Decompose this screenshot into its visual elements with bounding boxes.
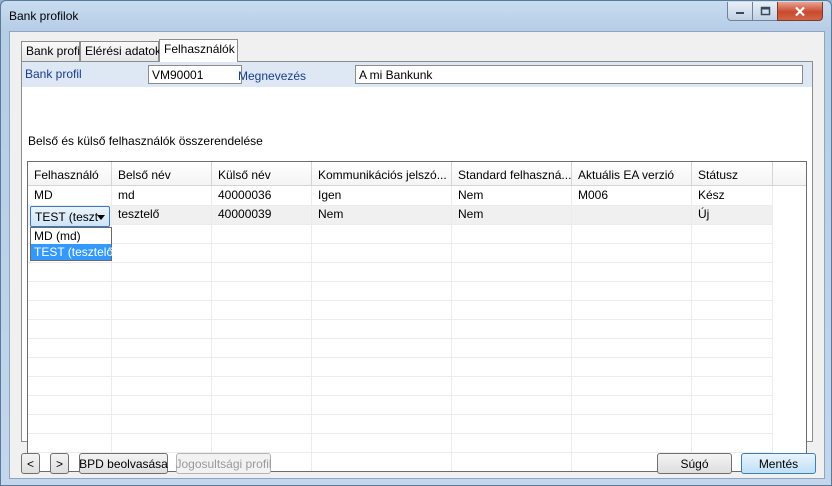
bank-profiles-window: Bank profilok Bank profil Elérési adatok… <box>0 0 832 486</box>
table-cell[interactable]: Nem <box>452 205 572 224</box>
tab-eleresi-adatok[interactable]: Elérési adatok <box>80 41 162 61</box>
row-divider <box>28 281 773 282</box>
row-divider <box>28 319 773 320</box>
dropdown-option-md[interactable]: MD (md) <box>31 228 111 244</box>
window-client-area: Bank profil Elérési adatok Felhasználók … <box>9 31 825 479</box>
save-button[interactable]: Mentés <box>741 453 816 474</box>
row-divider <box>28 395 773 396</box>
combobox-value: TEST (teszt <box>35 210 99 224</box>
maximize-button[interactable] <box>752 2 778 21</box>
profile-header-row: Bank profil VM90001 Megnevezés A mi Bank… <box>22 62 812 87</box>
section-title: Belső és külső felhasználók összerendelé… <box>28 134 263 148</box>
bpd-read-button[interactable]: BPD beolvasása <box>79 453 168 474</box>
column-header-felhasznalo[interactable]: Felhasználó <box>28 162 112 186</box>
table-cell[interactable]: Igen <box>312 186 452 205</box>
row-divider <box>28 300 773 301</box>
row-divider <box>28 433 773 434</box>
column-header-standard-felhasznalo[interactable]: Standard felhaszná... <box>452 162 572 186</box>
column-divider <box>772 186 773 471</box>
row-divider <box>28 224 773 225</box>
column-divider <box>451 186 452 471</box>
user-combobox[interactable]: TEST (teszt <box>30 206 110 227</box>
tab-felhasznalok[interactable]: Felhasználók <box>159 39 238 62</box>
column-header-kommunikacios-jelszo[interactable]: Kommunikációs jelszó... <box>312 162 452 186</box>
column-header-aktualis-ea-verzio[interactable]: Aktuális EA verzió <box>572 162 692 186</box>
minimize-icon <box>736 12 744 14</box>
column-divider <box>691 186 692 471</box>
row-divider <box>28 414 773 415</box>
tab-label: Felhasználók <box>164 42 235 56</box>
megnevezes-field[interactable]: A mi Bankunk <box>355 65 803 84</box>
table-cell[interactable]: 40000036 <box>212 186 312 205</box>
megnevezes-label: Megnevezés <box>238 69 307 83</box>
table-cell[interactable]: Nem <box>312 205 452 224</box>
table-cell[interactable] <box>572 205 692 224</box>
window-title: Bank profilok <box>9 9 79 23</box>
column-header-filler <box>773 162 806 186</box>
tab-bank-profil[interactable]: Bank profil <box>21 41 83 61</box>
previous-button[interactable]: < <box>21 453 40 474</box>
table-cell[interactable]: Kész <box>692 186 773 205</box>
column-header-kulso-nev[interactable]: Külső név <box>212 162 312 186</box>
row-divider <box>28 262 773 263</box>
table-cell[interactable]: 40000039 <box>212 205 312 224</box>
tab-label: Elérési adatok <box>85 44 162 58</box>
maximize-icon <box>760 6 770 16</box>
table-cell[interactable]: md <box>112 186 212 205</box>
help-button[interactable]: Súgó <box>657 453 732 474</box>
table-cell[interactable]: Nem <box>452 186 572 205</box>
users-tab-panel: Bank profil VM90001 Megnevezés A mi Bank… <box>21 61 813 472</box>
row-divider <box>28 338 773 339</box>
row-divider <box>28 376 773 377</box>
bank-profil-label: Bank profil <box>25 67 82 81</box>
column-divider <box>311 186 312 471</box>
column-divider <box>571 186 572 471</box>
bank-profil-field[interactable]: VM90001 <box>148 65 242 84</box>
tab-label: Bank profil <box>26 44 83 58</box>
user-dropdown-list: MD (md) TEST (tesztelő) <box>30 227 117 261</box>
dropdown-option-test[interactable]: TEST (tesztelő) <box>31 244 117 260</box>
table-cell[interactable]: Új <box>692 205 773 224</box>
next-button[interactable]: > <box>50 453 69 474</box>
close-icon <box>795 6 805 16</box>
column-divider <box>211 186 212 471</box>
chevron-down-icon[interactable] <box>97 215 105 220</box>
column-header-statusz[interactable]: Státusz <box>692 162 773 186</box>
close-button[interactable] <box>777 2 823 21</box>
title-bar[interactable]: Bank profilok <box>1 1 831 31</box>
table-cell[interactable]: M006 <box>572 186 692 205</box>
permission-profile-button[interactable]: Jogosultsági profil <box>175 453 272 474</box>
minimize-button[interactable] <box>727 2 753 21</box>
users-grid[interactable]: Felhasználó Belső név Külső név Kommunik… <box>27 161 807 472</box>
row-divider <box>28 357 773 358</box>
table-cell[interactable]: tesztelő <box>112 205 212 224</box>
row-divider <box>28 243 773 244</box>
column-header-belso-nev[interactable]: Belső név <box>112 162 212 186</box>
table-cell[interactable]: MD <box>28 186 112 205</box>
